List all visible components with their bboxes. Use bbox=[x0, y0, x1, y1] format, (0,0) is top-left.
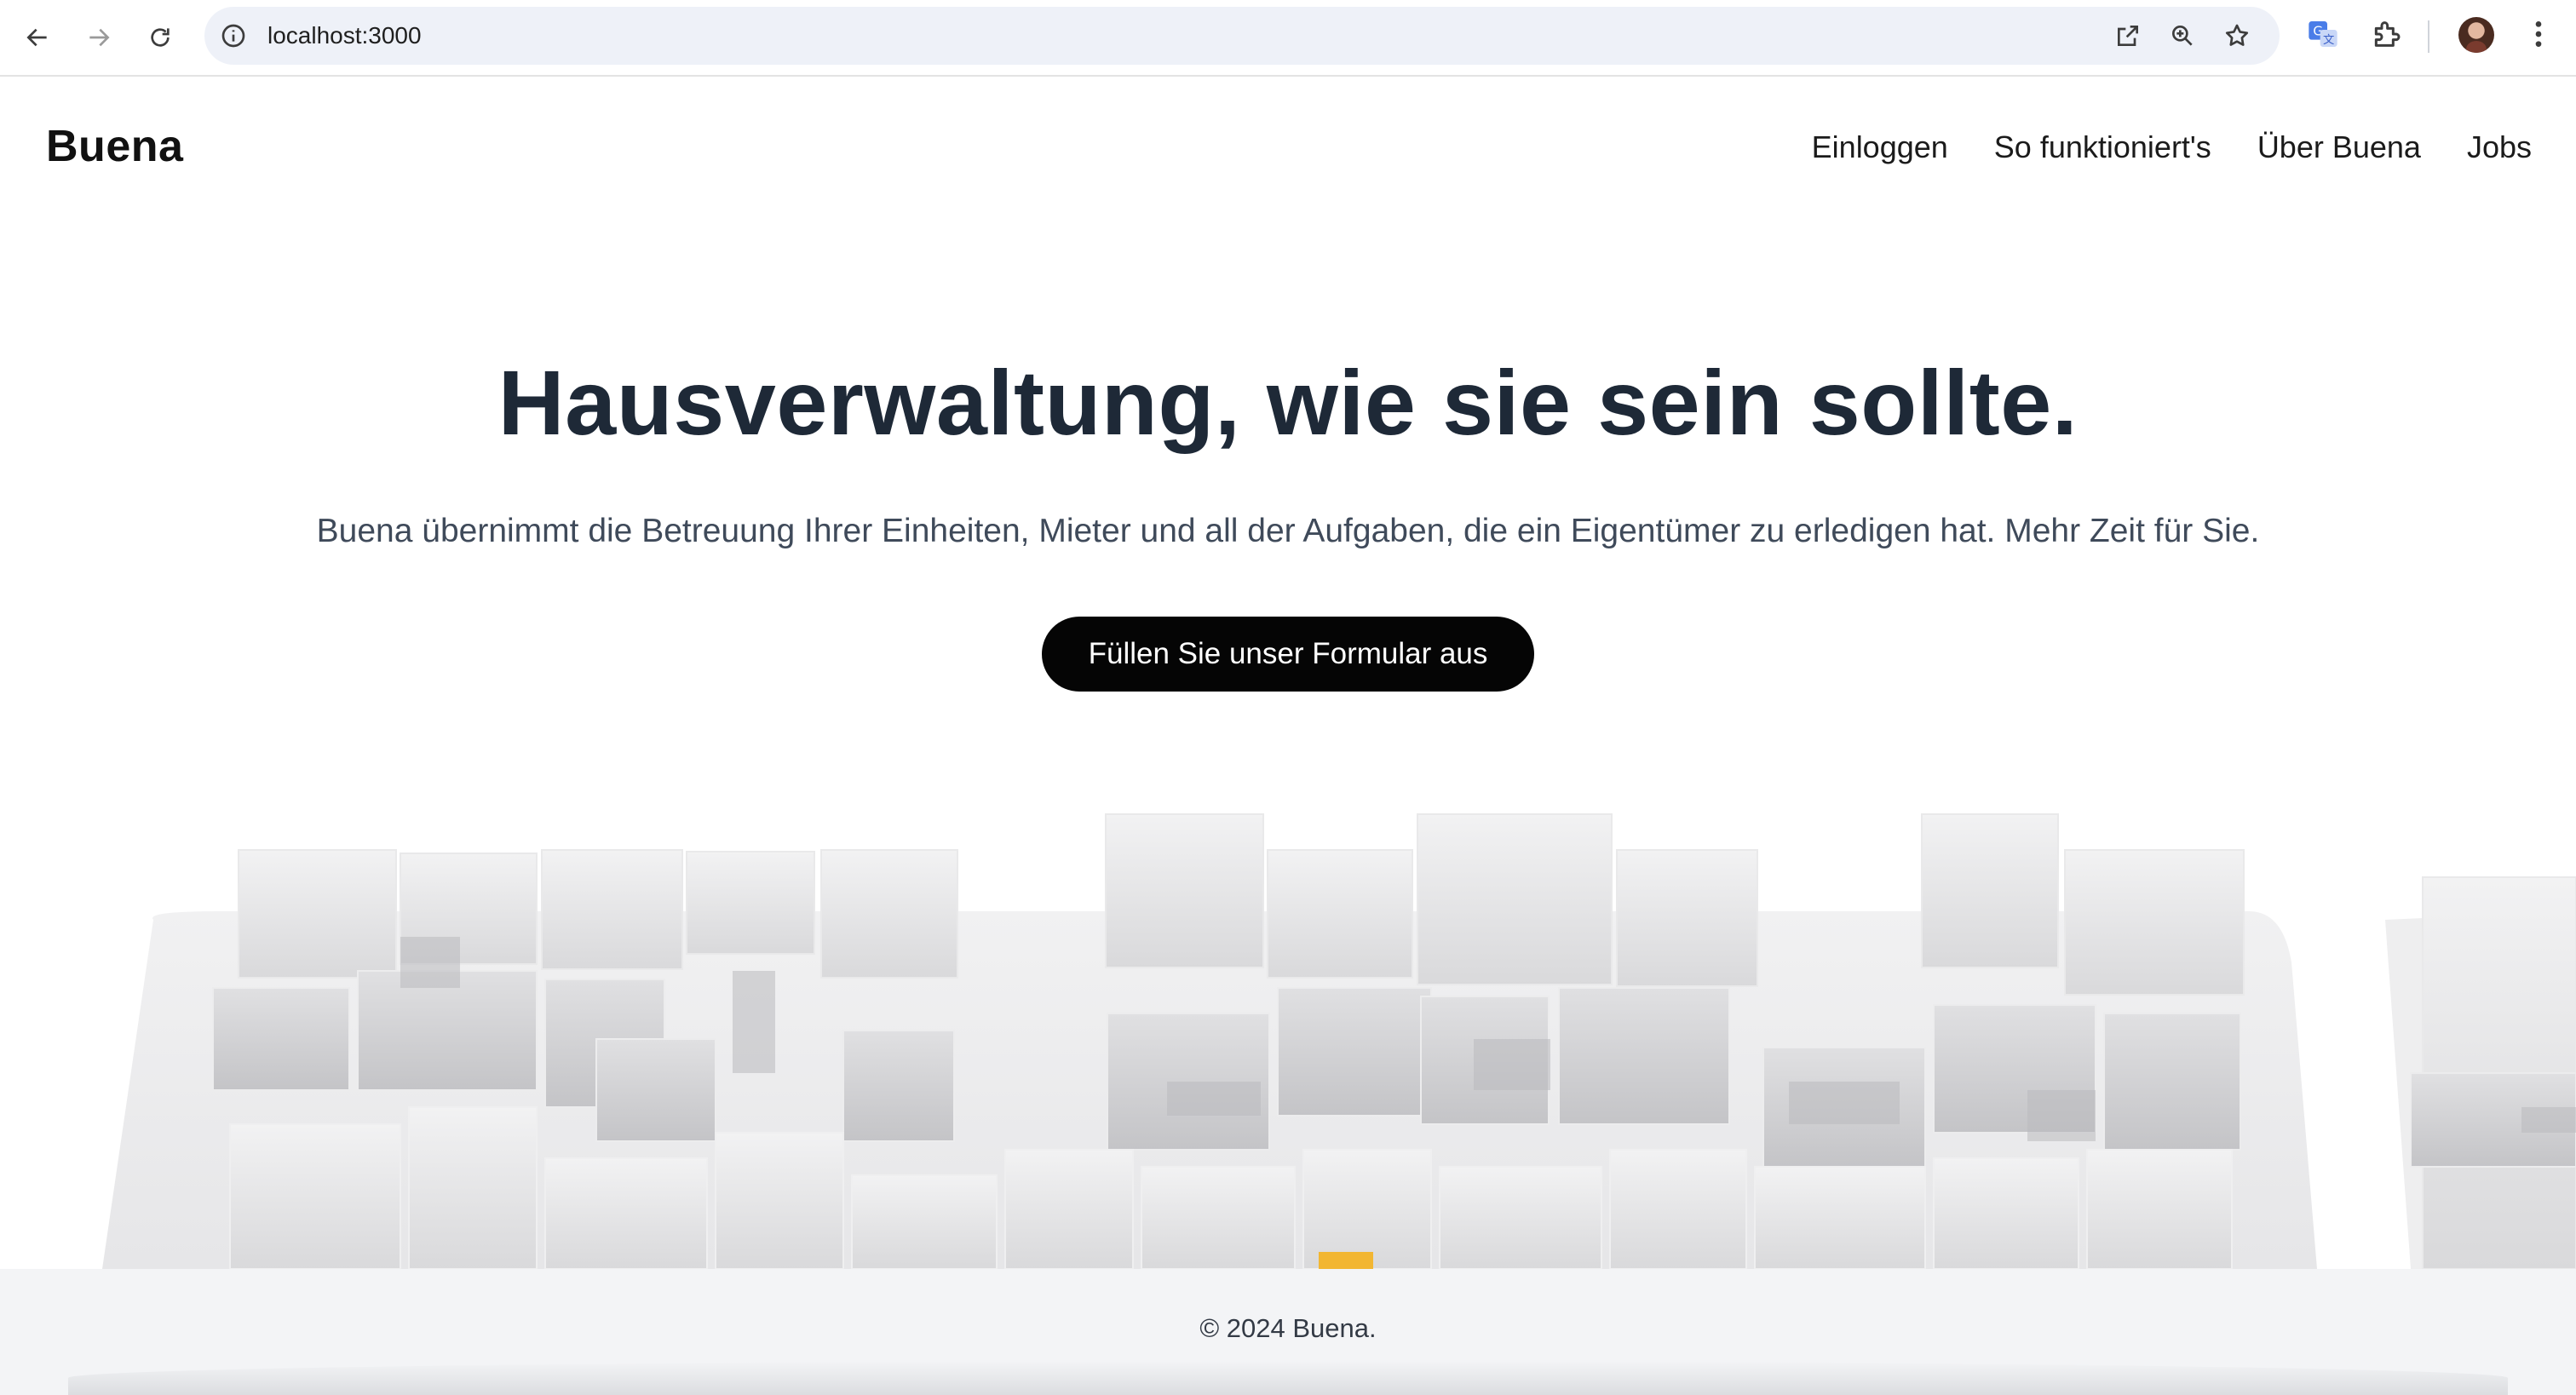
profile-avatar[interactable] bbox=[2458, 17, 2494, 53]
address-bar[interactable]: localhost:3000 bbox=[204, 7, 2280, 65]
toolbar-divider bbox=[2428, 20, 2429, 53]
translate-icon[interactable]: G文 bbox=[2306, 17, 2340, 51]
back-button[interactable] bbox=[17, 17, 58, 58]
accent-block bbox=[1319, 1252, 1373, 1269]
form-cta-button[interactable]: Füllen Sie unser Formular aus bbox=[1042, 617, 1534, 692]
forward-arrow-icon bbox=[89, 28, 110, 47]
zoom-icon[interactable] bbox=[2169, 22, 2196, 49]
url-text[interactable]: localhost:3000 bbox=[267, 7, 422, 65]
city-illustration bbox=[0, 792, 2576, 1269]
site-logo[interactable]: Buena bbox=[46, 121, 183, 172]
footer-shadow bbox=[68, 1361, 2508, 1395]
copyright-text: © 2024 Buena. bbox=[1199, 1313, 1377, 1343]
site-footer: © 2024 Buena. bbox=[0, 1269, 2576, 1395]
main-nav: Einloggen So funktioniert's Über Buena J… bbox=[1812, 129, 2532, 165]
nav-link-about[interactable]: Über Buena bbox=[2257, 129, 2421, 165]
more-menu-icon[interactable] bbox=[2521, 17, 2556, 51]
site-info-icon[interactable] bbox=[220, 22, 247, 49]
nav-link-how-it-works[interactable]: So funktioniert's bbox=[1994, 129, 2211, 165]
browser-toolbar: localhost:3000 G文 bbox=[0, 0, 2576, 77]
back-arrow-icon bbox=[26, 28, 47, 47]
site-header: Buena Einloggen So funktioniert's Über B… bbox=[0, 77, 2576, 221]
extensions-puzzle-icon[interactable] bbox=[2369, 17, 2403, 51]
svg-text:文: 文 bbox=[2323, 33, 2334, 47]
hero-subtitle: Buena übernimmt die Betreuung Ihrer Einh… bbox=[316, 513, 2260, 549]
reload-button[interactable] bbox=[140, 17, 181, 58]
city-blocks-image bbox=[102, 813, 2576, 1269]
bookmark-star-icon[interactable] bbox=[2223, 22, 2251, 49]
forward-button[interactable] bbox=[78, 17, 119, 58]
open-external-icon[interactable] bbox=[2114, 22, 2142, 49]
hero-title: Hausverwaltung, wie sie sein sollte. bbox=[497, 351, 2079, 454]
nav-link-jobs[interactable]: Jobs bbox=[2467, 129, 2532, 165]
nav-link-login[interactable]: Einloggen bbox=[1812, 129, 1948, 165]
reload-icon bbox=[151, 28, 170, 47]
